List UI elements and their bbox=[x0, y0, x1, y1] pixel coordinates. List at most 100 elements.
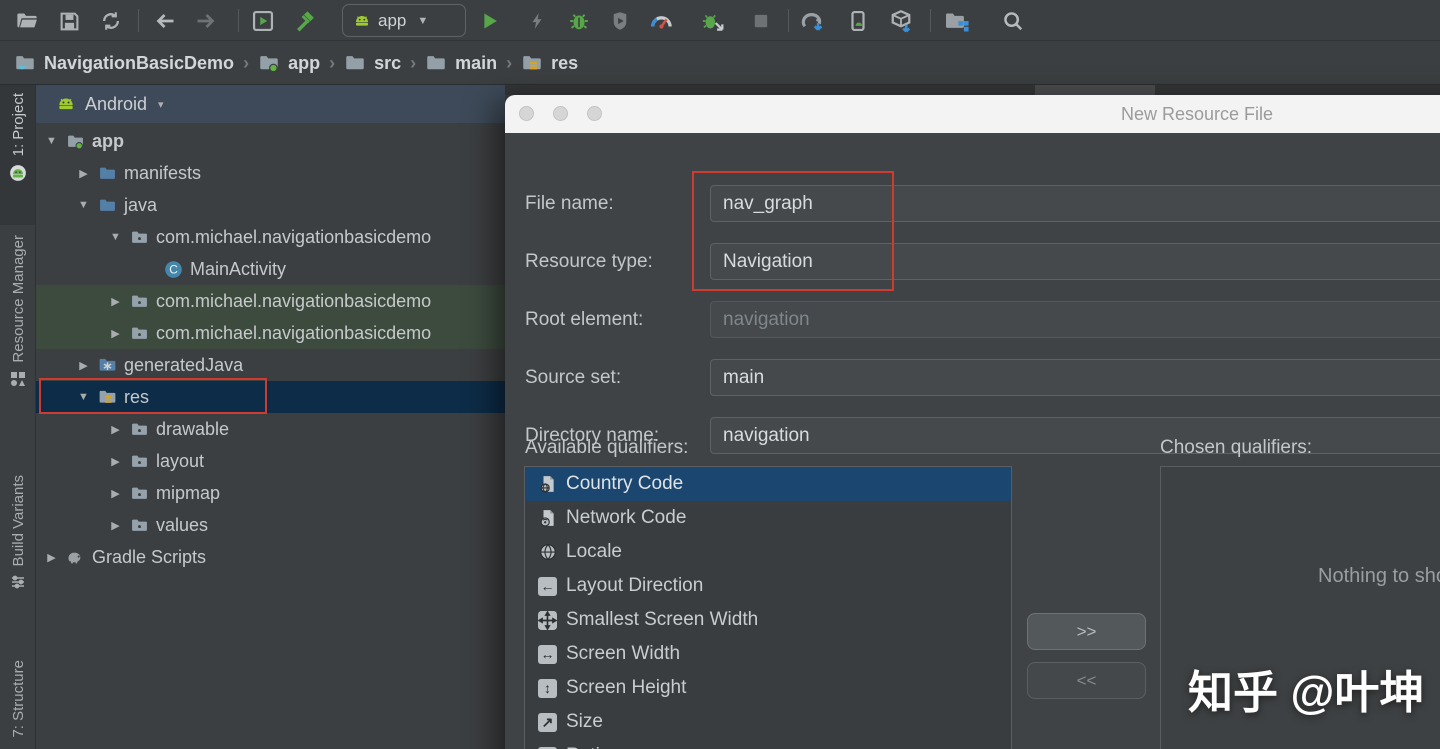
project-structure-icon[interactable] bbox=[944, 8, 970, 34]
qualifier-screen-height[interactable]: ↕ Screen Height bbox=[525, 671, 1011, 705]
globe-icon bbox=[538, 543, 557, 562]
remove-qualifier-button[interactable]: << bbox=[1027, 662, 1146, 699]
run-play-icon[interactable] bbox=[477, 8, 503, 34]
tree-row-package-test[interactable]: ▶ com.michael.navigationbasicdemo bbox=[36, 317, 505, 349]
package-folder-icon bbox=[130, 292, 149, 311]
sidebar-tab-project[interactable]: 1: Project bbox=[0, 85, 35, 225]
toolbar-divider bbox=[238, 9, 239, 32]
breadcrumb-item-project[interactable]: NavigationBasicDemo bbox=[14, 53, 234, 74]
apply-changes-lightning-icon[interactable] bbox=[524, 8, 550, 34]
add-qualifier-button[interactable]: >> bbox=[1027, 613, 1146, 650]
qualifier-layout-direction[interactable]: ← Layout Direction bbox=[525, 569, 1011, 603]
build-hammer-icon[interactable] bbox=[292, 8, 318, 34]
forward-icon[interactable] bbox=[192, 8, 218, 34]
run-config-label: app bbox=[378, 10, 407, 30]
sync-icon[interactable] bbox=[98, 8, 124, 34]
arrow-h-icon: ↔ bbox=[538, 644, 557, 664]
tree-row-mainactivity[interactable]: C MainActivity bbox=[36, 253, 505, 285]
qualifier-screen-width[interactable]: ↔ Screen Width bbox=[525, 637, 1011, 671]
breadcrumb-item-src[interactable]: src bbox=[344, 53, 401, 74]
chevron-down-icon: ▼ bbox=[417, 14, 429, 27]
tool-window-bar-left: 1: Project Resource Manager Build Varian… bbox=[0, 85, 36, 749]
run-window-icon[interactable] bbox=[250, 8, 276, 34]
android-studio-window: { "toolbar": { "run_config": "app", "com… bbox=[0, 0, 1440, 749]
chevron-down-icon: ▾ bbox=[158, 98, 164, 111]
svg-text:C: C bbox=[169, 262, 178, 276]
resource-type-select[interactable] bbox=[710, 243, 1440, 280]
open-folder-icon[interactable] bbox=[14, 8, 40, 34]
tree-row-manifests[interactable]: ▶ manifests bbox=[36, 157, 505, 189]
tree-row-layout[interactable]: ▶ layout bbox=[36, 445, 505, 477]
toolbar-divider bbox=[138, 9, 139, 32]
close-icon[interactable] bbox=[519, 106, 534, 121]
package-folder-icon bbox=[130, 516, 149, 535]
tree-row-app[interactable]: ▼ app bbox=[36, 125, 505, 157]
project-tool-window: Android ▾ ▼ app ▶ manifests ▼ java ▼ com… bbox=[36, 85, 505, 749]
qualifier-country-code[interactable]: Country Code bbox=[525, 467, 1011, 501]
folder-icon bbox=[98, 196, 117, 215]
qualifier-smallest-screen-width[interactable]: Smallest Screen Width bbox=[525, 603, 1011, 637]
run-configuration-select[interactable]: app ▼ bbox=[342, 4, 466, 37]
device-manager-icon[interactable] bbox=[845, 8, 871, 34]
breadcrumb-item-res[interactable]: res bbox=[521, 53, 578, 74]
tree-row-gradle-scripts[interactable]: ▶ Gradle Scripts bbox=[36, 541, 505, 573]
qualifier-locale[interactable]: Locale bbox=[525, 535, 1011, 569]
breadcrumb-separator: › bbox=[506, 52, 513, 73]
available-qualifiers-list: Country Code Network Code Locale ← Layou… bbox=[524, 466, 1012, 749]
back-icon[interactable] bbox=[153, 8, 179, 34]
gradle-icon bbox=[66, 548, 85, 567]
stop-icon[interactable] bbox=[748, 8, 774, 34]
tree-row-values[interactable]: ▶ values bbox=[36, 509, 505, 541]
project-view-selector[interactable]: Android ▾ bbox=[36, 85, 505, 123]
profiler-gauge-icon[interactable] bbox=[648, 8, 674, 34]
editor-tab-partial bbox=[1035, 85, 1155, 95]
directory-name-input[interactable] bbox=[710, 417, 1440, 454]
class-icon: C bbox=[164, 260, 183, 279]
breadcrumb-item-app[interactable]: app bbox=[258, 53, 320, 74]
module-folder-icon bbox=[260, 56, 278, 73]
module-folder-icon bbox=[66, 132, 85, 151]
dialog-title: New Resource File bbox=[1120, 104, 1274, 124]
main-toolbar: app ▼ bbox=[0, 0, 1440, 41]
tree-row-generatedjava[interactable]: ▶ generatedJava bbox=[36, 349, 505, 381]
file-name-label: File name: bbox=[525, 193, 614, 214]
minimize-icon[interactable] bbox=[553, 106, 568, 121]
project-folder-icon bbox=[16, 56, 34, 70]
qualifier-size[interactable]: ↗ Size bbox=[525, 705, 1011, 739]
gradle-sync-icon[interactable] bbox=[800, 8, 826, 34]
qualifier-network-code[interactable]: Network Code bbox=[525, 501, 1011, 535]
sidebar-tab-resource-manager[interactable]: Resource Manager bbox=[0, 227, 35, 427]
maximize-icon[interactable] bbox=[587, 106, 602, 121]
breadcrumb-separator: › bbox=[243, 52, 250, 73]
breadcrumb-item-main[interactable]: main bbox=[425, 53, 497, 74]
save-icon[interactable] bbox=[56, 8, 82, 34]
profile-shield-icon[interactable] bbox=[607, 8, 633, 34]
tree-row-package-androidtest[interactable]: ▶ com.michael.navigationbasicdemo bbox=[36, 285, 505, 317]
tree-row-mipmap[interactable]: ▶ mipmap bbox=[36, 477, 505, 509]
tree-row-java[interactable]: ▼ java bbox=[36, 189, 505, 221]
source-set-select[interactable] bbox=[710, 359, 1440, 396]
sidebar-tab-structure[interactable]: 7: Structure bbox=[0, 652, 35, 749]
breadcrumb: NavigationBasicDemo › app › src › main ›… bbox=[0, 42, 1440, 85]
tree-row-drawable[interactable]: ▶ drawable bbox=[36, 413, 505, 445]
tree-row-package-main[interactable]: ▼ com.michael.navigationbasicdemo bbox=[36, 221, 505, 253]
resource-type-label: Resource type: bbox=[525, 251, 653, 272]
folder-icon bbox=[98, 164, 117, 183]
attach-debugger-icon[interactable] bbox=[700, 8, 726, 34]
sidebar-tab-build-variants[interactable]: Build Variants bbox=[0, 467, 35, 632]
build-variants-icon bbox=[12, 576, 24, 589]
dialog-titlebar[interactable]: New Resource File bbox=[505, 95, 1440, 133]
doc-signal-icon bbox=[538, 509, 557, 528]
android-icon bbox=[356, 15, 368, 26]
package-folder-icon bbox=[130, 452, 149, 471]
resource-manager-icon bbox=[11, 371, 25, 386]
doc-globe-icon bbox=[538, 475, 557, 494]
qualifier-ratio[interactable]: ◰ Ratio bbox=[525, 739, 1011, 749]
root-element-input[interactable] bbox=[710, 301, 1440, 338]
tree-row-res[interactable]: ▼ res bbox=[36, 381, 505, 413]
file-name-input[interactable] bbox=[710, 185, 1440, 222]
search-icon[interactable] bbox=[1000, 8, 1026, 34]
debug-bug-icon[interactable] bbox=[566, 8, 592, 34]
sdk-manager-icon[interactable] bbox=[888, 8, 914, 34]
arrow-left-icon: ← bbox=[538, 576, 557, 596]
